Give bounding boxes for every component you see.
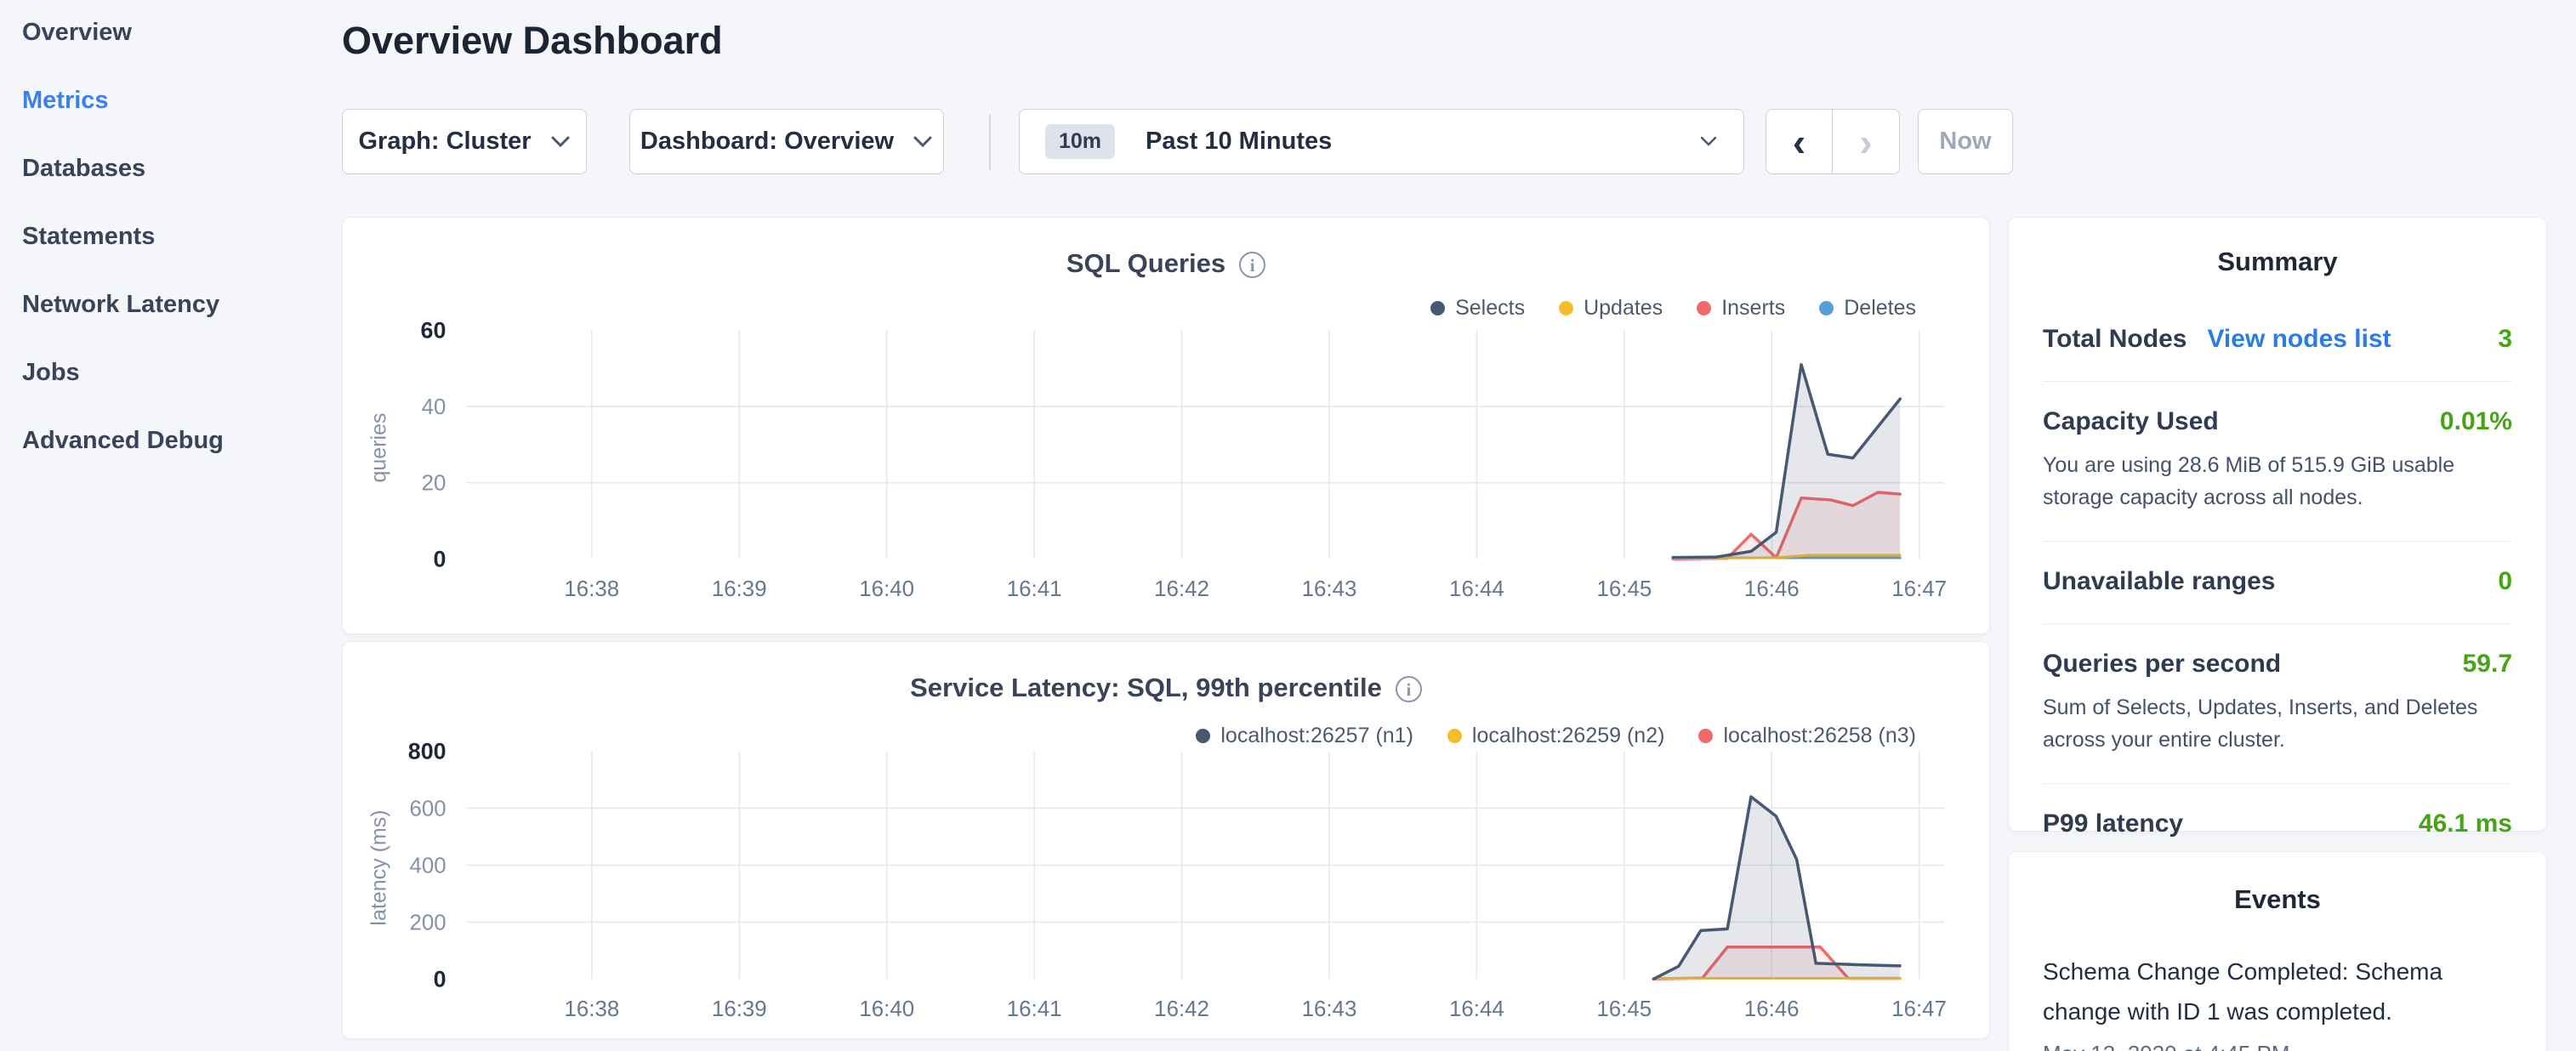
svg-text:16:44: 16:44 <box>1449 997 1504 1021</box>
view-nodes-list-link[interactable]: View nodes list <box>2207 325 2391 354</box>
svg-text:16:39: 16:39 <box>712 577 767 601</box>
summary-row-capacity-used: Capacity Used 0.01% You are using 28.6 M… <box>2043 382 2512 542</box>
events-title: Events <box>2043 884 2512 915</box>
time-range-badge: 10m <box>1045 124 1115 159</box>
summary-row-value: 3 <box>2498 325 2512 354</box>
service-latency-chart[interactable]: 16:38 16:39 16:40 16:41 16:42 16:43 16:44 16:45… <box>343 642 1989 1038</box>
svg-text:16:38: 16:38 <box>565 997 620 1021</box>
sidebar-item-network-latency[interactable]: Network Latency <box>22 287 219 321</box>
svg-text:60: 60 <box>421 317 446 343</box>
svg-text:16:41: 16:41 <box>1007 577 1062 601</box>
summary-row-unavailable-ranges: Unavailable ranges 0 <box>2043 542 2512 624</box>
svg-text:0: 0 <box>434 966 446 991</box>
service-latency-card: Service Latency: SQL, 99th percentilei l… <box>342 641 1990 1039</box>
summary-row-value: 59.7 <box>2463 650 2512 679</box>
svg-text:16:43: 16:43 <box>1302 997 1357 1021</box>
sidebar-item-overview[interactable]: Overview <box>22 15 132 49</box>
dashboard-selector-label: Dashboard: Overview <box>640 128 894 156</box>
svg-text:16:41: 16:41 <box>1007 997 1062 1021</box>
svg-text:16:46: 16:46 <box>1744 997 1800 1021</box>
sidebar-item-databases[interactable]: Databases <box>22 151 145 185</box>
event-item[interactable]: Schema Change Completed: Schema change w… <box>2043 952 2512 1051</box>
svg-text:16:45: 16:45 <box>1597 577 1652 601</box>
summary-title: Summary <box>2043 247 2512 277</box>
svg-text:16:44: 16:44 <box>1449 577 1504 601</box>
time-range-dropdown[interactable]: 10m Past 10 Minutes <box>1019 109 1744 174</box>
time-range-label: Past 10 Minutes <box>1146 128 1332 156</box>
svg-text:200: 200 <box>409 911 446 935</box>
svg-text:16:39: 16:39 <box>712 997 767 1021</box>
summary-row-label: Total Nodes <box>2043 325 2186 354</box>
time-step-buttons: ‹ › <box>1766 109 1900 174</box>
svg-text:16:40: 16:40 <box>859 997 914 1021</box>
summary-row-label: P99 latency <box>2043 810 2183 838</box>
summary-row-value: 0 <box>2498 567 2512 596</box>
sql-queries-card: SQL Queriesi SelectsUpdatesInsertsDelete… <box>342 217 1990 634</box>
svg-text:600: 600 <box>409 797 446 821</box>
chevron-down-icon <box>550 135 571 149</box>
events-panel: Events Schema Change Completed: Schema c… <box>2008 851 2547 1051</box>
sql-queries-chart[interactable]: 16:38 16:39 16:40 16:41 16:42 16:43 16:44 16:45… <box>343 218 1989 633</box>
toolbar-divider <box>989 114 991 170</box>
event-text: Schema Change Completed: Schema change w… <box>2043 952 2512 1032</box>
prev-time-button[interactable]: ‹ <box>1766 110 1833 173</box>
svg-text:400: 400 <box>409 854 446 878</box>
svg-text:16:46: 16:46 <box>1744 577 1800 601</box>
svg-text:40: 40 <box>422 395 446 419</box>
summary-row-label: Queries per second <box>2043 650 2281 679</box>
summary-row-caption: You are using 28.6 MiB of 515.9 GiB usab… <box>2043 450 2512 514</box>
svg-text:16:38: 16:38 <box>564 577 619 601</box>
summary-row-queries-per-second: Queries per second 59.7 Sum of Selects, … <box>2043 624 2512 784</box>
summary-row-value: 46.1 ms <box>2419 810 2512 838</box>
svg-text:0: 0 <box>434 546 446 571</box>
summary-row-caption: Sum of Selects, Updates, Inserts, and De… <box>2043 692 2512 756</box>
page-title: Overview Dashboard <box>342 19 723 63</box>
next-time-button[interactable]: › <box>1833 110 1899 173</box>
svg-text:16:45: 16:45 <box>1596 997 1652 1021</box>
svg-text:16:43: 16:43 <box>1302 577 1357 601</box>
sidebar-item-advanced-debug[interactable]: Advanced Debug <box>22 423 224 457</box>
sidebar-item-metrics[interactable]: Metrics <box>22 83 109 117</box>
chevron-down-icon <box>1699 135 1718 148</box>
chevron-down-icon <box>913 135 933 149</box>
svg-text:800: 800 <box>408 738 446 764</box>
svg-text:16:47: 16:47 <box>1891 997 1947 1021</box>
graph-selector-dropdown[interactable]: Graph: Cluster <box>342 109 587 174</box>
summary-row-total-nodes: Total Nodes View nodes list 3 <box>2043 299 2512 382</box>
svg-text:16:40: 16:40 <box>859 577 914 601</box>
summary-row-label: Capacity Used <box>2043 407 2219 436</box>
event-timestamp: May 13, 2020 at 4:45 PM <box>2043 1041 2512 1051</box>
svg-text:16:47: 16:47 <box>1891 577 1947 601</box>
now-button[interactable]: Now <box>1918 109 2013 174</box>
svg-text:16:42: 16:42 <box>1154 577 1209 601</box>
dashboard-selector-dropdown[interactable]: Dashboard: Overview <box>629 109 944 174</box>
sidebar-item-statements[interactable]: Statements <box>22 219 155 253</box>
summary-row-value: 0.01% <box>2440 407 2512 436</box>
summary-row-label: Unavailable ranges <box>2043 567 2275 596</box>
graph-selector-label: Graph: Cluster <box>358 128 531 156</box>
summary-panel: Summary Total Nodes View nodes list 3 Ca… <box>2008 217 2547 832</box>
svg-text:16:42: 16:42 <box>1154 997 1209 1021</box>
page: Overview Metrics Databases Statements Ne… <box>0 0 2576 1051</box>
sidebar-item-jobs[interactable]: Jobs <box>22 355 80 389</box>
svg-text:20: 20 <box>422 472 446 496</box>
